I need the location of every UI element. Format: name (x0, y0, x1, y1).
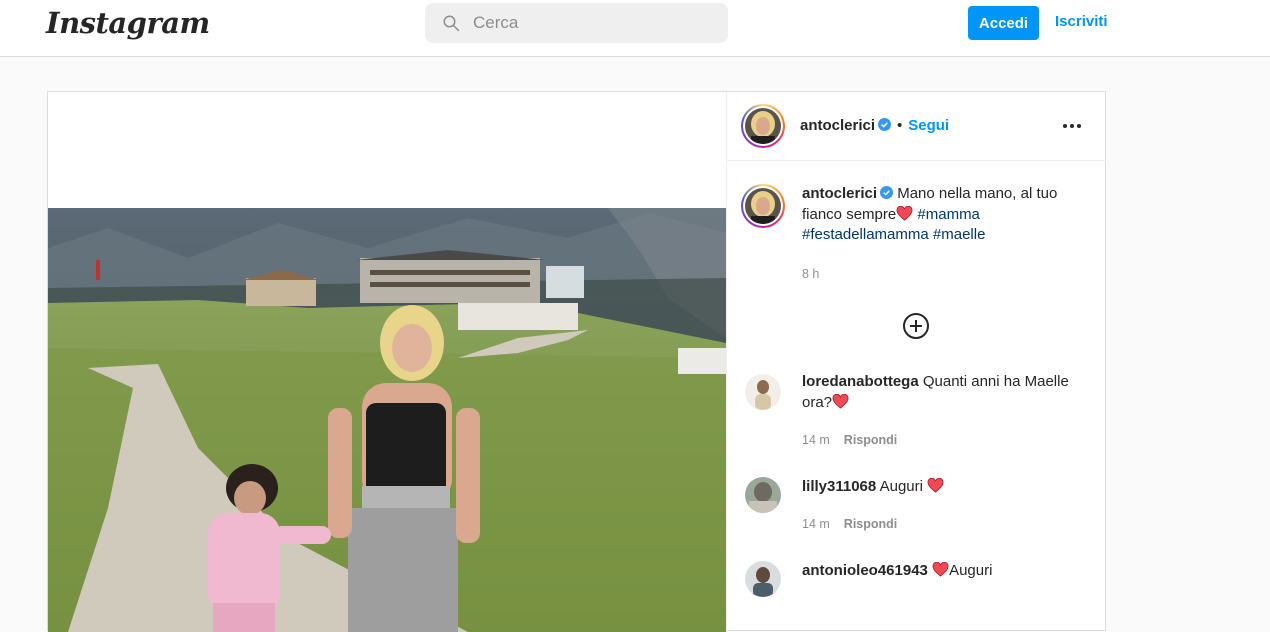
separator-dot: • (897, 117, 903, 134)
comment-meta: 14 m Rispondi (802, 433, 897, 447)
follow-button[interactable]: Segui (908, 117, 949, 134)
instagram-logo[interactable]: Instagram (46, 6, 210, 40)
commenter-avatar[interactable] (745, 561, 781, 597)
commenter-avatar[interactable] (745, 374, 781, 410)
commenter-avatar[interactable] (745, 477, 781, 513)
comment-text: Auguri (879, 478, 923, 495)
caption-text-block: antoclerici Mano nella mano, al tuo fian… (802, 184, 1097, 246)
post-sidebar: antoclerici • Segui antoclerici Mano nella… (726, 92, 1106, 632)
comment-text: Auguri (949, 562, 993, 579)
signup-button[interactable]: Iscriviti (1055, 13, 1108, 30)
hashtag-link[interactable]: #mamma (917, 206, 980, 223)
verified-badge-icon (878, 118, 892, 131)
heart-emoji-icon (832, 393, 849, 409)
search-input[interactable] (473, 13, 693, 33)
caption-username[interactable]: antoclerici (802, 185, 877, 202)
post-card: antoclerici • Segui antoclerici Mano nella… (47, 91, 1106, 632)
add-icon[interactable] (902, 312, 930, 340)
hashtag-link[interactable]: #festadellamamma (802, 226, 929, 243)
login-button[interactable]: Accedi (968, 6, 1039, 40)
author-username[interactable]: antoclerici (800, 117, 875, 134)
search-icon (443, 15, 460, 32)
author-avatar[interactable] (741, 104, 785, 148)
verified-badge-icon (880, 186, 894, 199)
comment-text-block: loredanabottega Quanti anni ha Maelle or… (802, 372, 1097, 413)
caption-timestamp: 8 h (802, 267, 820, 281)
comment-meta: 14 m Rispondi (802, 517, 897, 531)
hashtag-link[interactable]: #maelle (933, 226, 986, 243)
comment-text-block: lilly311068 Auguri (802, 477, 1097, 498)
reply-button[interactable]: Rispondi (844, 517, 897, 531)
more-options-icon[interactable] (1060, 116, 1084, 136)
heart-emoji-icon (932, 562, 949, 577)
comment-username[interactable]: loredanabottega (802, 373, 919, 390)
reply-button[interactable]: Rispondi (844, 433, 897, 447)
heart-emoji-icon (896, 205, 913, 221)
heart-emoji-icon (927, 478, 944, 493)
search-box[interactable] (425, 3, 728, 43)
post-media[interactable] (48, 92, 726, 632)
post-header: antoclerici • Segui (727, 92, 1106, 161)
top-navigation: Instagram Accedi Iscriviti (0, 0, 1270, 57)
comment-timestamp: 14 m (802, 433, 830, 447)
caption-avatar[interactable] (741, 184, 785, 228)
post-photo (48, 208, 726, 632)
comment-username[interactable]: antonioleo461943 (802, 562, 928, 579)
comment-text-block: antonioleo461943 Auguri (802, 561, 1097, 582)
comment-username[interactable]: lilly311068 (802, 478, 876, 495)
comment-timestamp: 14 m (802, 517, 830, 531)
